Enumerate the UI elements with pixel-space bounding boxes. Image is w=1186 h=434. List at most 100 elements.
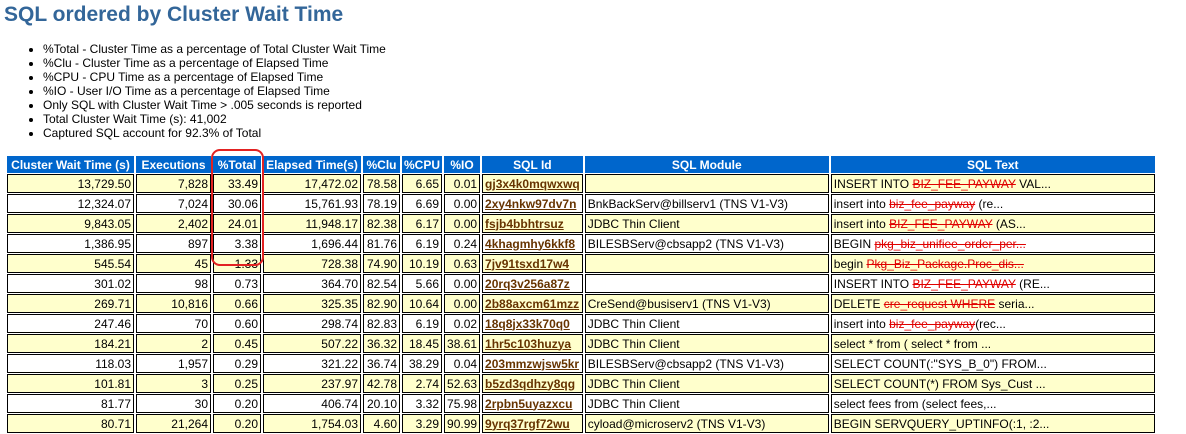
sql-text-prefix: INSERT INTO bbox=[833, 276, 913, 291]
table-header-row: Cluster Wait Time (s) Executions %Total … bbox=[7, 156, 1155, 173]
cell-cluster-wait: 9,843.05 bbox=[7, 214, 134, 233]
table-row: 184.21 2 0.45 507.22 36.32 18.45 38.61 1hr5c103… bbox=[7, 334, 1155, 353]
col-header-elapsed[interactable]: Elapsed Time(s) bbox=[263, 156, 361, 173]
cell-pct-clu: 78.58 bbox=[363, 174, 400, 193]
cell-sql-id: 2b88axcm61mzz bbox=[482, 294, 583, 313]
sql-id-link[interactable]: 9yrq37rgf72wu bbox=[485, 417, 570, 431]
cell-sql-text: select fees from (select fees,... bbox=[830, 394, 1155, 413]
sql-id-link[interactable]: 4khagmhy6kkf8 bbox=[485, 237, 575, 251]
sql-id-link[interactable]: 7jv91tsxd17w4 bbox=[485, 257, 569, 271]
sql-id-link[interactable]: 2rpbn5uyazxcu bbox=[485, 397, 572, 411]
cell-executions: 98 bbox=[136, 274, 211, 293]
sql-text-prefix: select fees from (select fees,... bbox=[833, 396, 997, 411]
sql-text-redacted: biz_fee_payway bbox=[889, 316, 976, 331]
sql-id-link[interactable]: 20rq3v256a87z bbox=[485, 277, 570, 291]
cell-sql-text: BEGIN SERVQUERY_UPTINFO(:1, :2... bbox=[830, 414, 1155, 433]
sql-id-link[interactable]: 2xy4nkw97dv7n bbox=[485, 197, 576, 211]
cell-sql-module: BILESBServ@cbsapp2 (TNS V1-V3) bbox=[584, 234, 829, 253]
col-header-executions[interactable]: Executions bbox=[136, 156, 211, 173]
cell-cluster-wait: 101.81 bbox=[7, 374, 134, 393]
cell-sql-id: b5zd3qdhzy8qg bbox=[482, 374, 583, 393]
cell-pct-clu: 78.19 bbox=[363, 194, 400, 213]
cell-pct-total: 0.20 bbox=[213, 394, 261, 413]
sql-id-link[interactable]: 2b88axcm61mzz bbox=[485, 297, 579, 311]
cell-pct-cpu: 10.19 bbox=[402, 254, 443, 273]
cell-sql-text: insert into biz_fee_payway(rec... bbox=[830, 314, 1155, 333]
cell-sql-text: BEGIN pkg_biz_unifiee_order_per... bbox=[830, 234, 1155, 253]
cell-elapsed: 11,948.17 bbox=[263, 214, 361, 233]
sql-text-redacted: BIZ_FEE_PAYWAY bbox=[912, 276, 1016, 291]
cell-pct-clu: 42.78 bbox=[363, 374, 400, 393]
cell-sql-module: JDBC Thin Client bbox=[584, 314, 829, 333]
note-item: %IO - User I/O Time as a percentage of E… bbox=[43, 84, 386, 98]
cell-pct-clu: 20.10 bbox=[363, 394, 400, 413]
cell-pct-cpu: 10.64 bbox=[402, 294, 443, 313]
sql-text-prefix: insert into bbox=[833, 216, 890, 231]
cell-pct-io: 0.01 bbox=[444, 174, 481, 193]
note-item: Captured SQL account for 92.3% of Total bbox=[43, 126, 386, 140]
cell-elapsed: 325.35 bbox=[263, 294, 361, 313]
sql-id-link[interactable]: b5zd3qdhzy8qg bbox=[485, 377, 575, 391]
cell-sql-module: CreSend@busiserv1 (TNS V1-V3) bbox=[584, 294, 829, 313]
cell-cluster-wait: 301.02 bbox=[7, 274, 134, 293]
cell-pct-clu: 81.76 bbox=[363, 234, 400, 253]
cell-elapsed: 406.74 bbox=[263, 394, 361, 413]
cell-sql-module: JDBC Thin Client bbox=[584, 214, 829, 233]
col-header-cluster-wait[interactable]: Cluster Wait Time (s) bbox=[7, 156, 134, 173]
cell-elapsed: 1,754.03 bbox=[263, 414, 361, 433]
cell-elapsed: 237.97 bbox=[263, 374, 361, 393]
sql-text-redacted: biz_fee_payway bbox=[889, 196, 976, 211]
col-header-sql-text[interactable]: SQL Text bbox=[830, 156, 1155, 173]
table-row: 80.71 21,264 0.20 1,754.03 4.60 3.29 90.99 9yrq… bbox=[7, 414, 1155, 433]
sql-id-link[interactable]: 18q8jx33k70q0 bbox=[485, 317, 570, 331]
note-item: %CPU - CPU Time as a percentage of Elaps… bbox=[43, 70, 386, 84]
cell-pct-cpu: 2.74 bbox=[402, 374, 443, 393]
sql-id-link[interactable]: gj3x4k0mqwxwq bbox=[485, 177, 580, 191]
cell-pct-io: 0.00 bbox=[444, 194, 481, 213]
table-row: 81.77 30 0.20 406.74 20.10 3.32 75.98 2rpbn5uya… bbox=[7, 394, 1155, 413]
cell-pct-cpu: 5.66 bbox=[402, 274, 443, 293]
cell-sql-module: cyload@microserv2 (TNS V1-V3) bbox=[584, 414, 829, 433]
cell-executions: 45 bbox=[136, 254, 211, 273]
cell-executions: 2 bbox=[136, 334, 211, 353]
cell-sql-text: insert into BIZ_FEE_PAYWAY (AS... bbox=[830, 214, 1155, 233]
sql-id-link[interactable]: 1hr5c103huzya bbox=[485, 337, 571, 351]
cell-sql-text: INSERT INTO BIZ_FEE_PAYWAY VAL... bbox=[830, 174, 1155, 193]
cell-cluster-wait: 13,729.50 bbox=[7, 174, 134, 193]
cell-pct-cpu: 38.29 bbox=[402, 354, 443, 373]
col-header-sql-id[interactable]: SQL Id bbox=[482, 156, 583, 173]
cell-sql-id: 1hr5c103huzya bbox=[482, 334, 583, 353]
cell-cluster-wait: 1,386.95 bbox=[7, 234, 134, 253]
sql-text-prefix: DELETE bbox=[833, 296, 884, 311]
col-header-pct-io[interactable]: %IO bbox=[444, 156, 481, 173]
col-header-pct-total[interactable]: %Total bbox=[213, 156, 261, 173]
cell-pct-io: 0.00 bbox=[444, 274, 481, 293]
table-row: 301.02 98 0.73 364.70 82.54 5.66 0.00 20rq3v256… bbox=[7, 274, 1155, 293]
cell-pct-io: 0.00 bbox=[444, 294, 481, 313]
cell-pct-clu: 82.54 bbox=[363, 274, 400, 293]
cell-sql-module: JDBC Thin Client bbox=[584, 394, 829, 413]
sql-text-redacted: pkg_biz_unifiee_order_per... bbox=[874, 236, 1026, 251]
col-header-pct-clu[interactable]: %Clu bbox=[363, 156, 400, 173]
cell-sql-id: 203mmzwjsw5kr bbox=[482, 354, 583, 373]
col-header-sql-module[interactable]: SQL Module bbox=[584, 156, 829, 173]
sql-id-link[interactable]: fsjb4bbhtrsuz bbox=[485, 217, 564, 231]
notes-list: %Total - Cluster Time as a percentage of… bbox=[26, 42, 386, 140]
sql-id-link[interactable]: 203mmzwjsw5kr bbox=[485, 357, 579, 371]
table-row: 1,386.95 897 3.38 1,696.44 81.76 6.19 0.24 4kha… bbox=[7, 234, 1155, 253]
cell-pct-cpu: 3.29 bbox=[402, 414, 443, 433]
table-row: 247.46 70 0.60 298.74 82.83 6.19 0.02 18q8jx33k… bbox=[7, 314, 1155, 333]
cell-pct-cpu: 6.19 bbox=[402, 314, 443, 333]
sql-text-prefix: INSERT INTO bbox=[833, 176, 913, 191]
sql-text-prefix: select * from ( select * from ... bbox=[833, 336, 992, 351]
cell-pct-cpu: 3.32 bbox=[402, 394, 443, 413]
sql-text-suffix: (RE... bbox=[1015, 276, 1050, 291]
cell-pct-total: 0.29 bbox=[213, 354, 261, 373]
page-title: SQL ordered by Cluster Wait Time bbox=[4, 3, 344, 26]
sql-cluster-wait-table: Cluster Wait Time (s) Executions %Total … bbox=[5, 155, 1157, 434]
cell-sql-text: select * from ( select * from ... bbox=[830, 334, 1155, 353]
note-item: Only SQL with Cluster Wait Time > .005 s… bbox=[43, 98, 386, 112]
cell-pct-io: 90.99 bbox=[444, 414, 481, 433]
col-header-pct-cpu[interactable]: %CPU bbox=[402, 156, 443, 173]
sql-text-suffix: seria... bbox=[995, 296, 1035, 311]
